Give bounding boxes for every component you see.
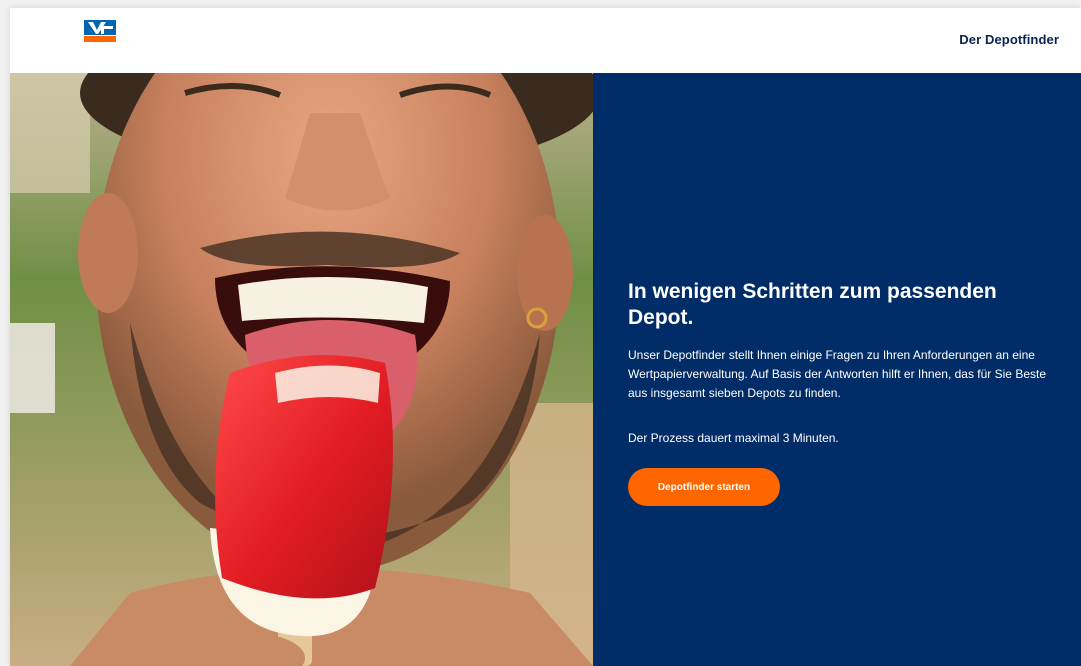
header-title[interactable]: Der Depotfinder [959, 32, 1059, 47]
intro-text: Unser Depotfinder stellt Ihnen einige Fr… [628, 348, 1047, 400]
page-frame: Der Depotfinder In wenigen Schritten zum… [10, 8, 1081, 666]
headline: In wenigen Schritten zum passenden Depot… [628, 280, 997, 329]
volksbank-logo-icon[interactable] [84, 20, 116, 42]
hero-image [10, 73, 593, 666]
intro-panel: In wenigen Schritten zum passenden Depot… [593, 73, 1081, 666]
popsicle-photo [10, 73, 593, 666]
start-depotfinder-button[interactable]: Depotfinder starten [628, 468, 780, 506]
duration-text: Der Prozess dauert maximal 3 Minuten. [628, 431, 839, 445]
site-header: Der Depotfinder [10, 8, 1081, 73]
